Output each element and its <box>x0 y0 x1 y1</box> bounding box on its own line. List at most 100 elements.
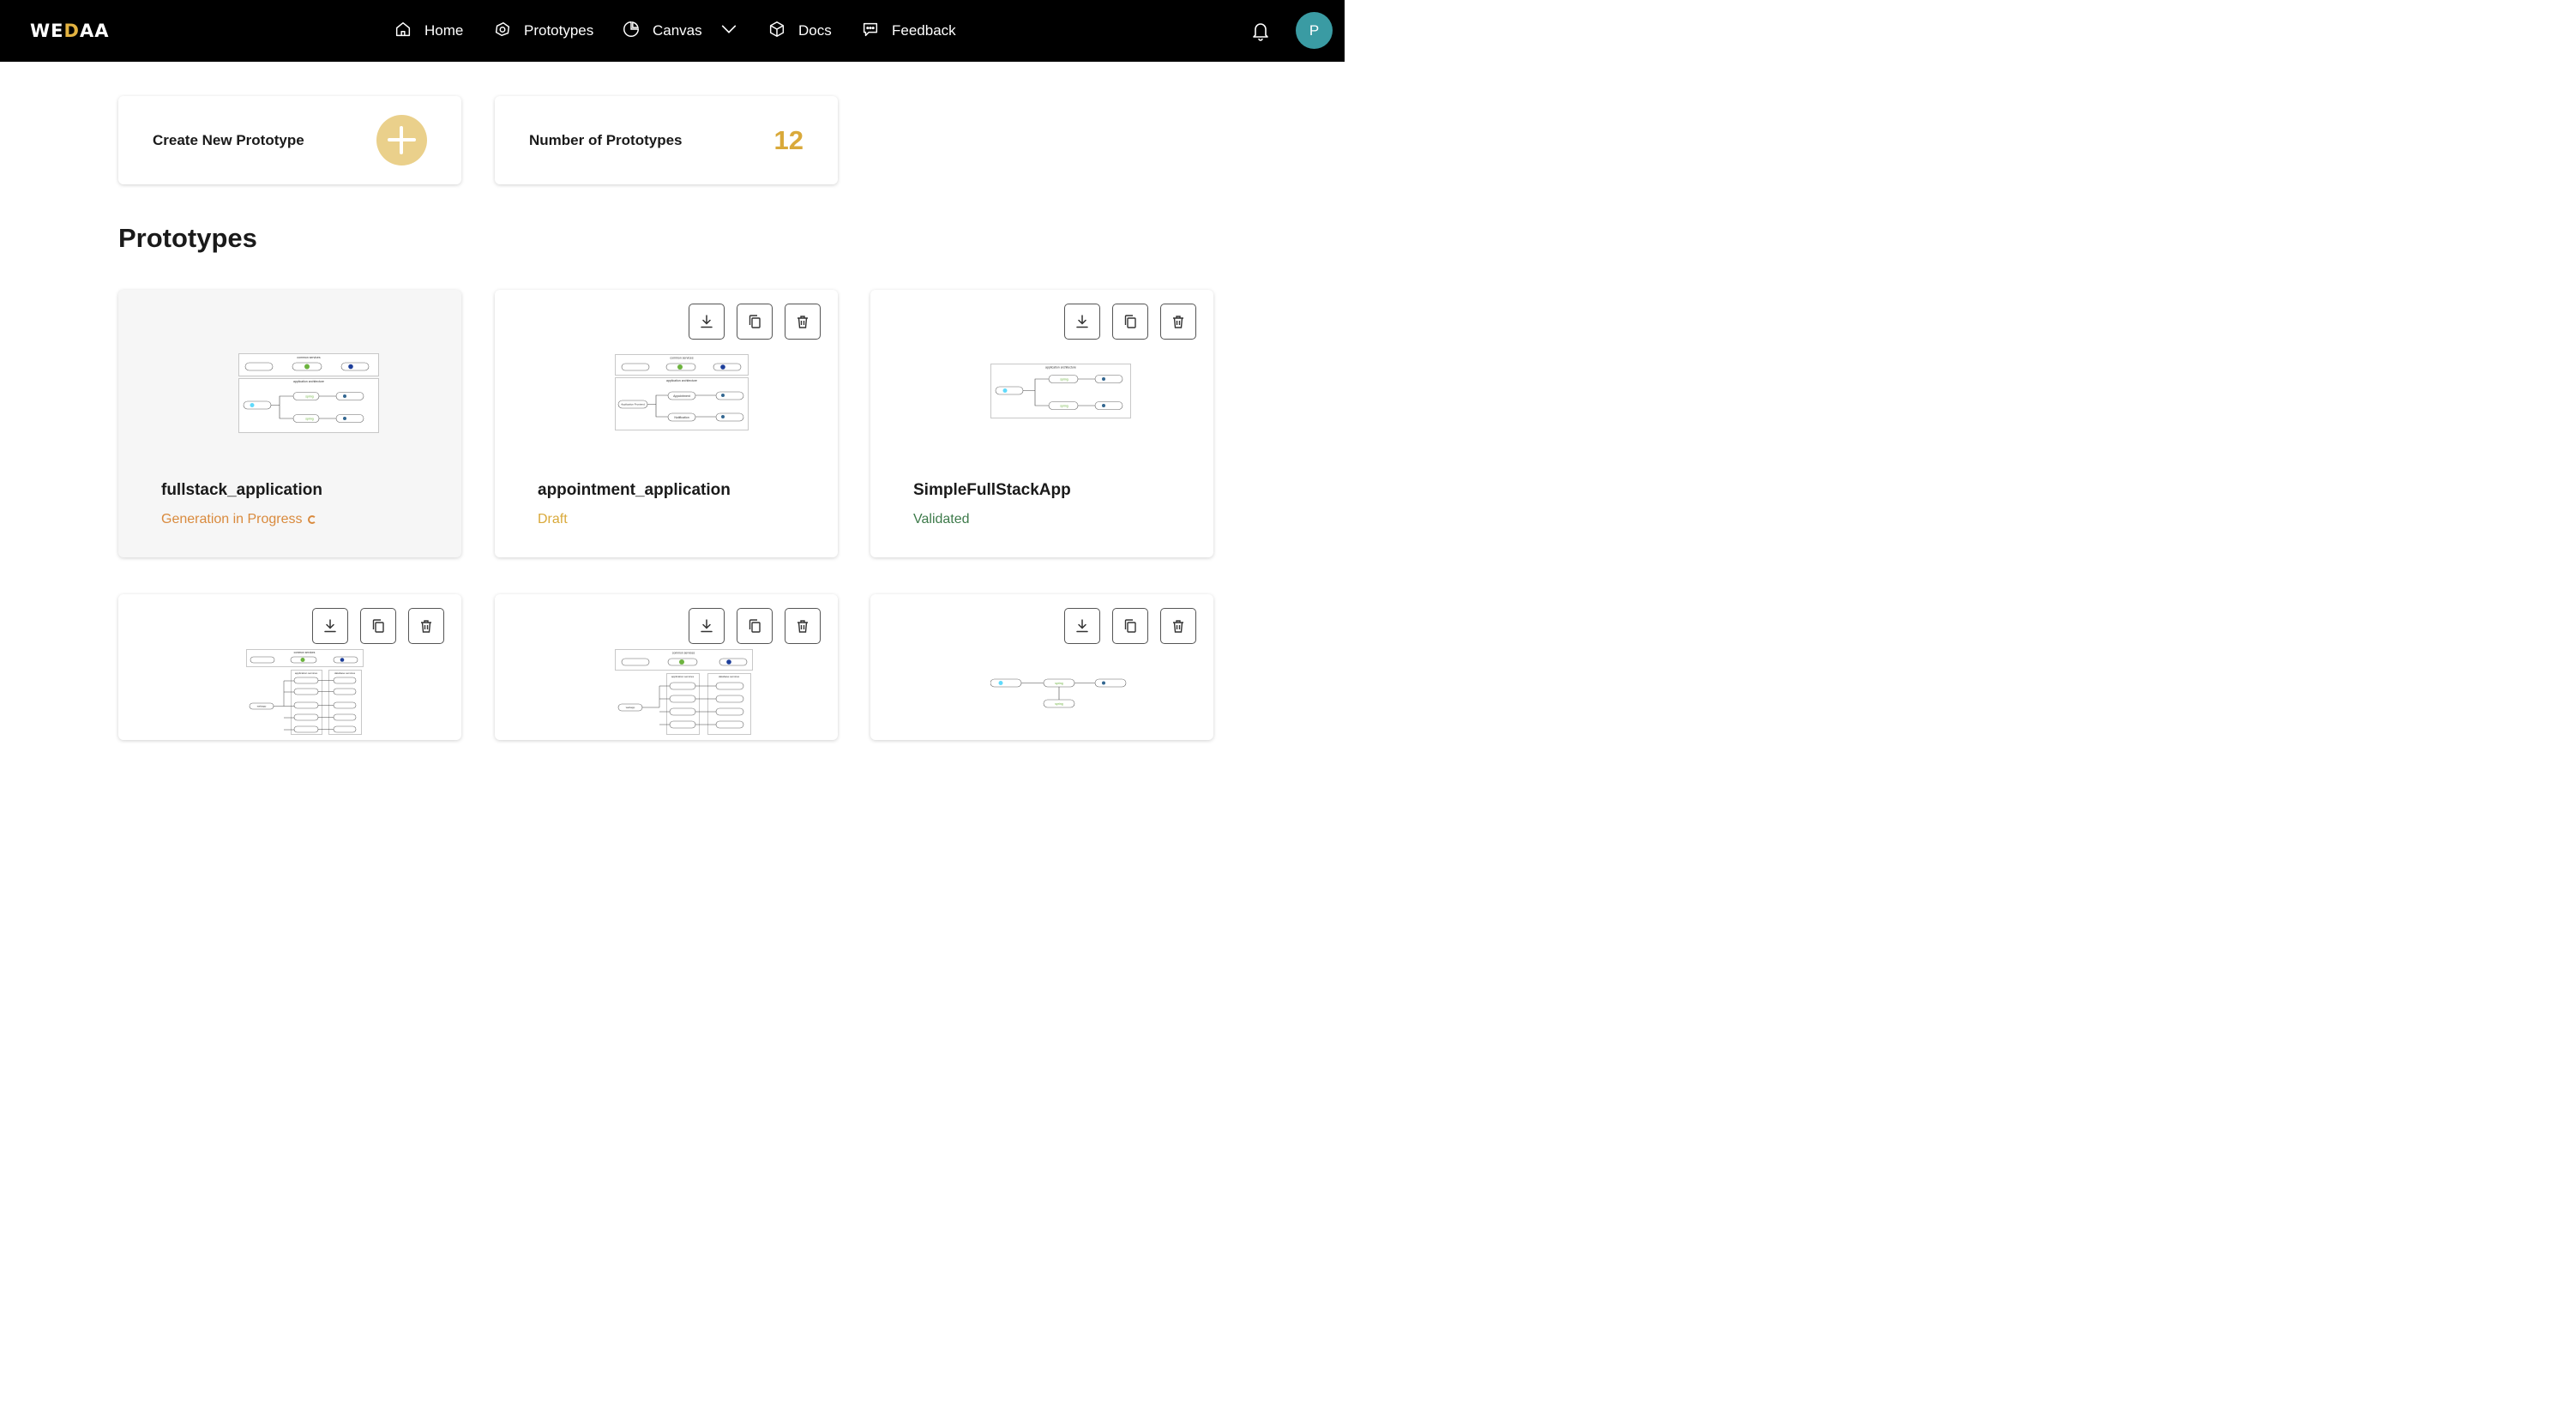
prototype-count-label: Number of Prototypes <box>529 132 683 148</box>
prototype-card[interactable]: spring spring <box>870 594 1213 740</box>
duplicate-button[interactable] <box>737 608 773 644</box>
delete-button[interactable] <box>1160 608 1196 644</box>
prototype-status: Draft <box>538 512 568 527</box>
delete-button[interactable] <box>785 304 821 340</box>
card-actions <box>689 608 821 644</box>
thumb-label: application services <box>295 671 318 675</box>
prototype-card[interactable]: common services application services dat… <box>495 594 838 740</box>
download-icon <box>324 619 336 633</box>
nav-feedback-label: Feedback <box>892 22 956 39</box>
download-icon <box>701 315 713 328</box>
nav-home[interactable]: Home <box>394 15 463 46</box>
thumb-label: application architecture <box>1045 366 1076 370</box>
thumb-label: Notification <box>674 416 689 419</box>
thumb-label: spring <box>1060 378 1068 382</box>
thumb-label: common services <box>672 652 695 655</box>
page-title: Prototypes <box>118 223 257 253</box>
delete-button[interactable] <box>1160 304 1196 340</box>
trash-icon <box>421 620 431 633</box>
card-actions <box>1064 608 1196 644</box>
duplicate-button[interactable] <box>737 304 773 340</box>
card-actions <box>312 608 444 644</box>
nav-docs[interactable]: Docs <box>767 15 832 46</box>
thumb-label: webapp <box>626 706 635 709</box>
prototype-status: Generation in Progress <box>161 512 316 527</box>
duplicate-button[interactable] <box>1112 304 1148 340</box>
nav-home-label: Home <box>424 22 464 39</box>
architecture-thumbnail: common services application architecture… <box>238 353 379 434</box>
prototype-card[interactable]: application architecture spring spring S… <box>870 290 1213 557</box>
prototypes-icon <box>493 20 512 43</box>
copy-icon <box>1124 315 1136 328</box>
nav-canvas[interactable]: Canvas <box>622 15 738 46</box>
copy-icon <box>749 315 761 328</box>
thumb-label: spring <box>305 418 314 421</box>
download-button[interactable] <box>1064 608 1100 644</box>
copy-icon <box>1124 619 1136 633</box>
cube-icon <box>767 20 786 43</box>
logo-text-post: AA <box>79 21 110 41</box>
architecture-thumbnail: common services application architecture… <box>615 354 749 431</box>
nav-feedback[interactable]: Feedback <box>861 15 956 46</box>
thumb-label: common services <box>297 356 320 359</box>
home-icon <box>394 20 412 43</box>
wedaa-logo[interactable]: WEDAA <box>30 21 109 40</box>
duplicate-button[interactable] <box>1112 608 1148 644</box>
download-icon <box>1076 315 1088 328</box>
bell-icon[interactable] <box>1250 20 1271 42</box>
thumb-label: Application Frontend <box>621 403 645 406</box>
card-actions <box>689 304 821 340</box>
nav-docs-label: Docs <box>798 22 832 39</box>
thumb-label: Appointment <box>673 394 690 398</box>
architecture-thumbnail: common services application services dat… <box>246 649 364 735</box>
card-actions <box>1064 304 1196 340</box>
thumb-label: common services <box>670 357 693 360</box>
loading-spinner-icon <box>307 515 316 524</box>
architecture-thumbnail: common services application services dat… <box>615 649 754 735</box>
nav-prototypes[interactable]: Prototypes <box>493 15 593 46</box>
duplicate-button[interactable] <box>360 608 396 644</box>
prototype-card[interactable]: common services application architecture… <box>495 290 838 557</box>
prototype-card[interactable]: common services application services dat… <box>118 594 461 740</box>
thumb-label: application architecture <box>293 380 324 383</box>
thumb-label: spring <box>1055 682 1063 685</box>
thumb-label: application architecture <box>666 379 697 382</box>
prototype-name[interactable]: appointment_application <box>538 481 731 500</box>
download-button[interactable] <box>312 608 348 644</box>
top-navigation-bar: WEDAA Home Prototypes Canvas Docs Feedba… <box>0 0 1345 62</box>
prototype-count-value: 12 <box>773 125 803 155</box>
thumb-label: spring <box>305 395 314 399</box>
avatar[interactable]: P <box>1296 12 1333 49</box>
status-text: Validated <box>913 512 970 526</box>
thumb-label: webapp <box>257 705 267 708</box>
copy-icon <box>749 619 761 633</box>
trash-icon <box>797 316 808 328</box>
thumb-label: spring <box>1055 702 1063 706</box>
download-button[interactable] <box>1064 304 1100 340</box>
canvas-icon <box>622 20 641 43</box>
download-icon <box>1076 619 1088 633</box>
thumb-label: database services <box>334 671 356 675</box>
create-prototype-card[interactable]: Create New Prototype <box>118 96 461 184</box>
nav-prototypes-label: Prototypes <box>524 22 594 39</box>
prototype-name[interactable]: fullstack_application <box>161 481 322 500</box>
logo-text-accent: D <box>63 21 80 41</box>
download-button[interactable] <box>689 304 725 340</box>
plus-icon[interactable] <box>376 115 427 165</box>
prototype-card[interactable]: common services application architecture… <box>118 290 461 557</box>
prototype-name[interactable]: SimpleFullStackApp <box>913 481 1071 500</box>
architecture-thumbnail: spring spring <box>990 677 1128 711</box>
chevron-down-icon[interactable] <box>719 20 738 43</box>
architecture-thumbnail: application architecture spring spring <box>990 364 1131 418</box>
copy-icon <box>372 619 384 633</box>
delete-button[interactable] <box>785 608 821 644</box>
trash-icon <box>1173 316 1183 328</box>
delete-button[interactable] <box>408 608 444 644</box>
create-prototype-label: Create New Prototype <box>153 132 304 148</box>
prototype-count-card: Number of Prototypes 12 <box>495 96 838 184</box>
trash-icon <box>1173 620 1183 633</box>
prototype-status: Validated <box>913 512 970 527</box>
nav-canvas-label: Canvas <box>653 22 702 39</box>
chat-icon <box>861 20 880 43</box>
download-button[interactable] <box>689 608 725 644</box>
